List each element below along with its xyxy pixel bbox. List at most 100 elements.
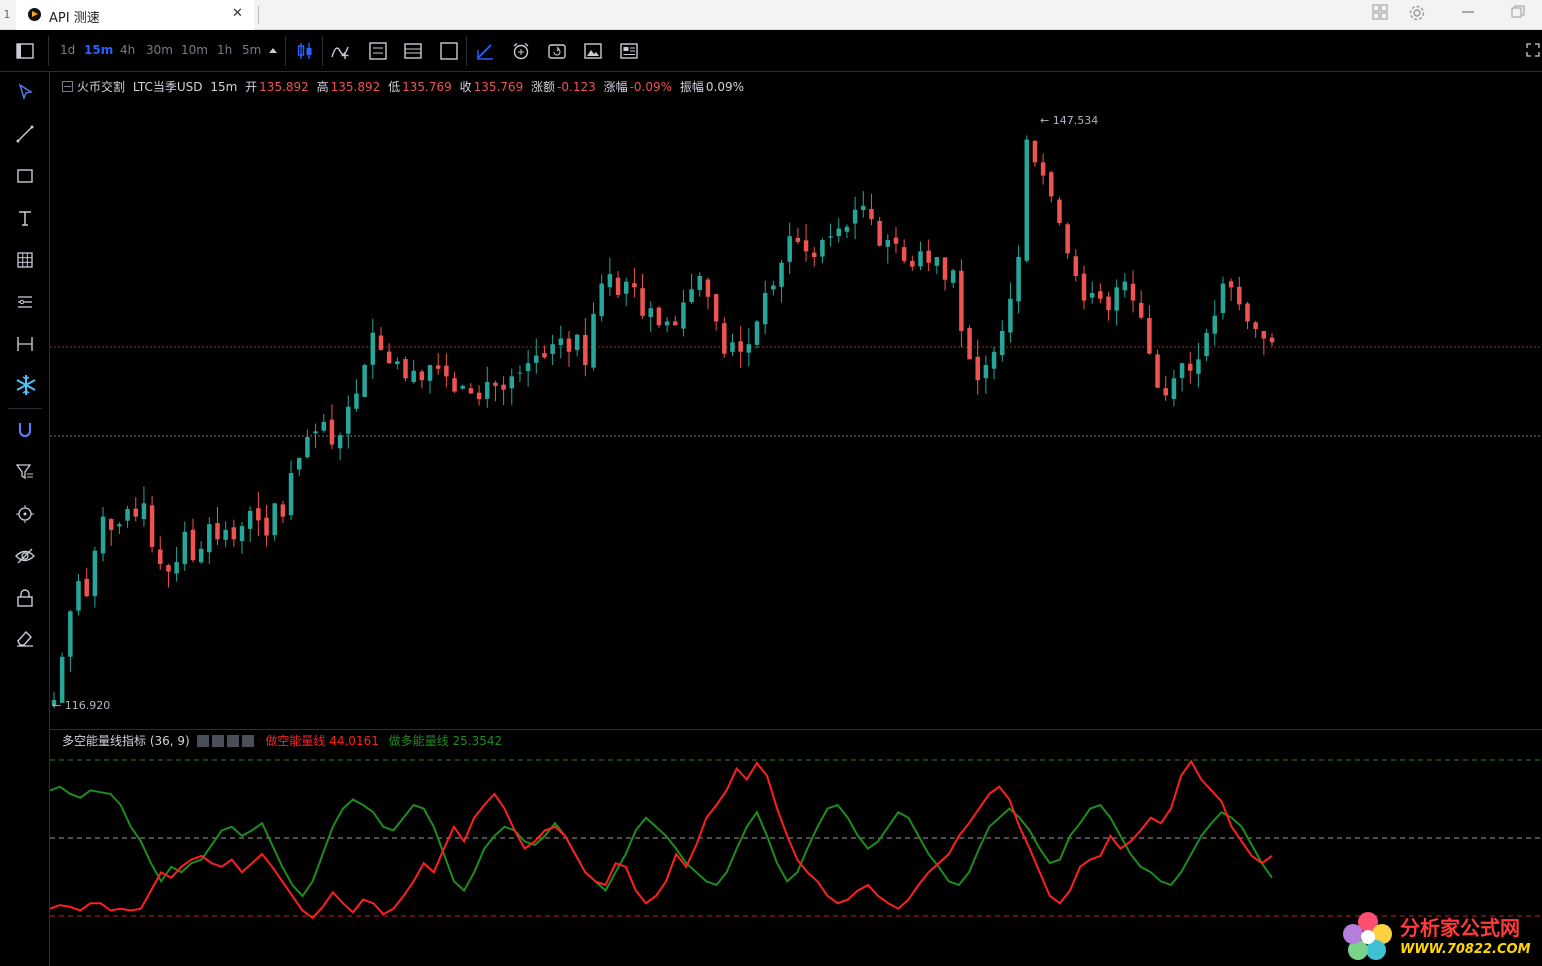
low-label: 低 — [388, 80, 401, 94]
candle-body — [1269, 337, 1275, 343]
snowflake-freeze-icon[interactable] — [15, 374, 36, 395]
candle-body — [803, 240, 809, 252]
restore-window-icon[interactable] — [1510, 4, 1526, 24]
timeframe-dropdown-icon[interactable] — [268, 44, 284, 60]
candle-body — [754, 321, 760, 345]
close-label: 收 — [459, 80, 472, 94]
candle-body — [76, 581, 81, 611]
minimize-icon[interactable] — [1460, 4, 1476, 24]
magnet-icon[interactable] — [15, 420, 35, 440]
amplitude-value: 0.09% — [705, 80, 744, 94]
candle-body — [1253, 322, 1258, 330]
low-value: 135.769 — [402, 80, 452, 94]
max-price-value: 147.534 — [1052, 114, 1099, 127]
candle-body — [84, 578, 89, 597]
layout-grid-icon[interactable] — [1372, 4, 1388, 24]
energy-line-indicator-chart[interactable] — [50, 730, 1542, 966]
gann-grid-icon[interactable] — [15, 250, 35, 270]
candle-body — [313, 431, 318, 434]
candle-body — [1163, 388, 1168, 396]
candle-body — [828, 236, 833, 238]
draw-settings-icon[interactable] — [476, 42, 493, 60]
timeframe-4h[interactable]: 4h — [120, 43, 135, 57]
candle-body — [664, 321, 670, 326]
candle-body — [370, 332, 376, 365]
eraser-icon[interactable] — [15, 628, 35, 648]
candle-body — [493, 382, 498, 386]
fibonacci-icon[interactable] — [15, 292, 35, 312]
candle-body — [1196, 359, 1201, 374]
candle-body — [1016, 257, 1021, 302]
cursor-arrow-icon[interactable] — [15, 82, 35, 102]
candle-body — [1081, 273, 1087, 301]
candle-body — [59, 656, 65, 703]
candle-body — [485, 382, 490, 399]
candle-body — [223, 529, 228, 540]
exchange-name: 火币交割 — [77, 80, 126, 94]
alarm-clock-icon[interactable] — [512, 42, 529, 60]
timeframe-1d[interactable]: 1d — [60, 43, 75, 57]
candle-body — [542, 353, 547, 358]
timeframe-30m[interactable]: 30m — [146, 43, 173, 57]
templates-icon[interactable] — [369, 42, 387, 60]
candle-body — [640, 288, 645, 316]
candle-body — [337, 435, 343, 449]
candle-body — [1138, 302, 1144, 318]
timeframe-1h[interactable]: 1h — [217, 43, 232, 57]
candle-body — [1212, 315, 1218, 334]
candle-body — [550, 344, 555, 354]
candle-body — [174, 562, 179, 574]
layout-rows-icon[interactable] — [404, 42, 422, 59]
candle-body — [820, 240, 825, 257]
timeframe-15m[interactable]: 15m — [84, 43, 113, 57]
candle-body — [1057, 199, 1062, 223]
candle-body — [722, 323, 727, 354]
trend-line-icon[interactable] — [15, 124, 35, 144]
toolbar-divider — [8, 408, 42, 409]
flower-logo-icon — [1343, 912, 1392, 960]
crosshair-target-icon[interactable] — [15, 504, 35, 524]
timeframe-10m[interactable]: 10m — [181, 43, 208, 57]
fullscreen-icon[interactable] — [1526, 43, 1542, 59]
candle-body — [934, 257, 940, 266]
candle-body — [673, 321, 678, 326]
candle-body — [983, 365, 989, 379]
candle-body — [1073, 256, 1079, 276]
candle-body — [844, 226, 850, 232]
tab-close-icon[interactable]: ✕ — [232, 6, 243, 21]
candle-body — [239, 526, 245, 542]
settings-gear-icon[interactable] — [1408, 4, 1426, 26]
candle-body — [427, 365, 433, 381]
filter-list-icon[interactable] — [15, 462, 35, 482]
snapshot-image-icon[interactable] — [584, 42, 602, 59]
lock-icon[interactable] — [15, 588, 35, 608]
news-icon[interactable] — [620, 42, 638, 59]
amplitude-label: 振幅 — [679, 80, 704, 94]
toolbar-divider — [322, 36, 323, 66]
replay-icon[interactable] — [548, 42, 566, 59]
indicators-icon[interactable] — [331, 42, 351, 59]
single-layout-icon[interactable] — [440, 42, 458, 60]
sidebar-toggle-icon[interactable] — [16, 42, 34, 59]
candle-body — [386, 351, 392, 364]
candle-body — [378, 335, 384, 350]
timeframe-5m[interactable]: 5m — [242, 43, 261, 57]
text-tool-icon[interactable] — [15, 208, 35, 228]
candle-body — [999, 330, 1005, 356]
tab-api-speedtest[interactable]: API 测速 ✕ — [16, 0, 254, 30]
rectangle-tool-icon[interactable] — [15, 166, 35, 186]
high-value: 135.892 — [330, 80, 381, 94]
candle-body — [762, 293, 768, 325]
candle-body — [141, 503, 147, 520]
candle-body — [869, 209, 874, 220]
candle-body — [272, 503, 277, 536]
hide-eye-icon[interactable] — [15, 546, 35, 566]
measure-range-icon[interactable] — [15, 334, 35, 354]
collapse-legend-icon[interactable] — [62, 81, 73, 92]
candle-body — [836, 228, 841, 237]
candle-body — [247, 510, 253, 529]
candle-body — [231, 527, 237, 540]
candlestick-chart[interactable] — [50, 100, 1542, 728]
candle-body — [256, 508, 261, 521]
candlestick-type-icon[interactable] — [296, 42, 312, 59]
